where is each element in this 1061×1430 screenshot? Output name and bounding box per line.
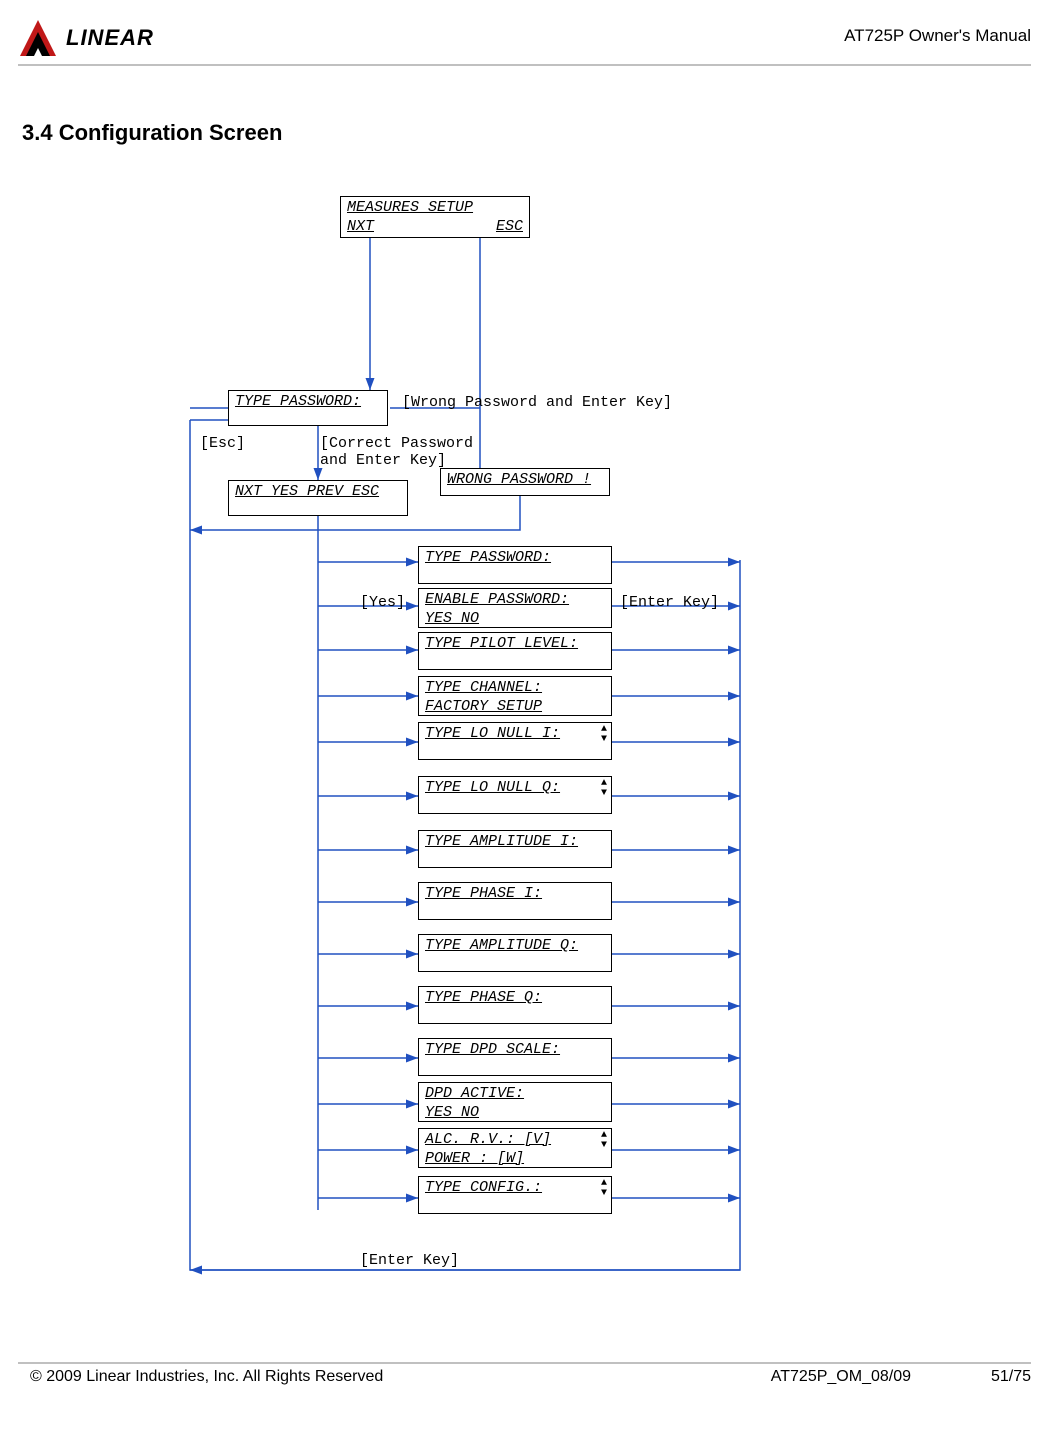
annotation-correct-pw-2: and Enter Key] (320, 452, 446, 469)
doc-title: AT725P Owner's Manual (844, 26, 1031, 46)
brand-name: LINEAR (66, 25, 154, 51)
footer-doc-id: AT725P_OM_08/09 (771, 1368, 911, 1386)
annotation-wrong-password-enter: [Wrong Password and Enter Key] (402, 394, 672, 411)
text-list-3a: TYPE CHANNEL: (425, 679, 542, 696)
box-list-amplitude-q: TYPE AMPLITUDE Q: (418, 934, 612, 972)
text-list-8: TYPE AMPLITUDE Q: (425, 937, 578, 954)
text-nav: NXT YES PREV ESC (235, 483, 379, 500)
box-list-type-channel: TYPE CHANNEL: FACTORY SETUP (418, 676, 612, 716)
footer-copyright: © 2009 Linear Industries, Inc. All Right… (30, 1368, 383, 1386)
annotation-yes: [Yes] (360, 594, 405, 611)
box-measures-setup: MEASURES SETUP NXT ESC (340, 196, 530, 238)
box-list-type-config: TYPE CONFIG.: ▲▼ (418, 1176, 612, 1214)
text-type-password: TYPE PASSWORD: (235, 393, 361, 410)
updown-icon: ▲▼ (601, 1179, 607, 1199)
box-list-phase-q: TYPE PHASE Q: (418, 986, 612, 1024)
box-list-type-password: TYPE PASSWORD: (418, 546, 612, 584)
box-list-alc-power: ALC. R.V.: [V] POWER : [W] ▲▼ (418, 1128, 612, 1168)
text-wrong-password: WRONG PASSWORD ! (447, 471, 591, 488)
logo-mark-icon (18, 18, 60, 58)
text-list-0: TYPE PASSWORD: (425, 549, 551, 566)
box-list-lo-null-i: TYPE LO NULL I: ▲▼ (418, 722, 612, 760)
text-list-1a: ENABLE PASSWORD: (425, 591, 569, 608)
box-list-phase-i: TYPE PHASE I: (418, 882, 612, 920)
box-list-amplitude-i: TYPE AMPLITUDE I: (418, 830, 612, 868)
text-list-12b: POWER : [W] (425, 1150, 524, 1167)
text-list-6: TYPE AMPLITUDE I: (425, 833, 578, 850)
text-esc: ESC (496, 218, 523, 237)
box-nav: NXT YES PREV ESC (228, 480, 408, 516)
text-nxt: NXT (347, 218, 374, 237)
text-list-5: TYPE LO NULL Q: (425, 779, 560, 796)
text-list-3b: FACTORY SETUP (425, 698, 542, 715)
text-list-2: TYPE PILOT LEVEL: (425, 635, 578, 652)
text-list-11b: YES NO (425, 1104, 479, 1121)
box-list-pilot-level: TYPE PILOT LEVEL: (418, 632, 612, 670)
annotation-esc: [Esc] (200, 435, 245, 452)
box-list-lo-null-q: TYPE LO NULL Q: ▲▼ (418, 776, 612, 814)
brand-logo: LINEAR (18, 18, 154, 58)
text-list-12a: ALC. R.V.: [V] (425, 1131, 551, 1148)
text-list-4: TYPE LO NULL I: (425, 725, 560, 742)
text-list-13: TYPE CONFIG.: (425, 1179, 542, 1196)
header-rule (18, 64, 1031, 66)
text-list-1b: YES NO (425, 610, 479, 627)
box-wrong-password: WRONG PASSWORD ! (440, 468, 610, 496)
box-list-enable-password: ENABLE PASSWORD: YES NO (418, 588, 612, 628)
text-measures-setup: MEASURES SETUP (347, 199, 473, 216)
section-title: 3.4 Configuration Screen (22, 120, 282, 146)
annotation-enter-key-bottom: [Enter Key] (360, 1252, 459, 1269)
updown-icon: ▲▼ (601, 1131, 607, 1151)
text-list-9: TYPE PHASE Q: (425, 989, 542, 1006)
box-list-dpd-scale: TYPE DPD SCALE: (418, 1038, 612, 1076)
footer-page-number: 51/75 (991, 1368, 1031, 1386)
text-list-10: TYPE DPD SCALE: (425, 1041, 560, 1058)
updown-icon: ▲▼ (601, 725, 607, 745)
text-list-7: TYPE PHASE I: (425, 885, 542, 902)
text-list-11a: DPD ACTIVE: (425, 1085, 524, 1102)
flow-diagram: MEASURES SETUP NXT ESC TYPE PASSWORD: [W… (0, 190, 1061, 1340)
box-type-password: TYPE PASSWORD: (228, 390, 388, 426)
updown-icon: ▲▼ (601, 779, 607, 799)
annotation-enter-key: [Enter Key] (620, 594, 719, 611)
annotation-correct-pw-1: [Correct Password (320, 435, 473, 452)
box-list-dpd-active: DPD ACTIVE: YES NO (418, 1082, 612, 1122)
